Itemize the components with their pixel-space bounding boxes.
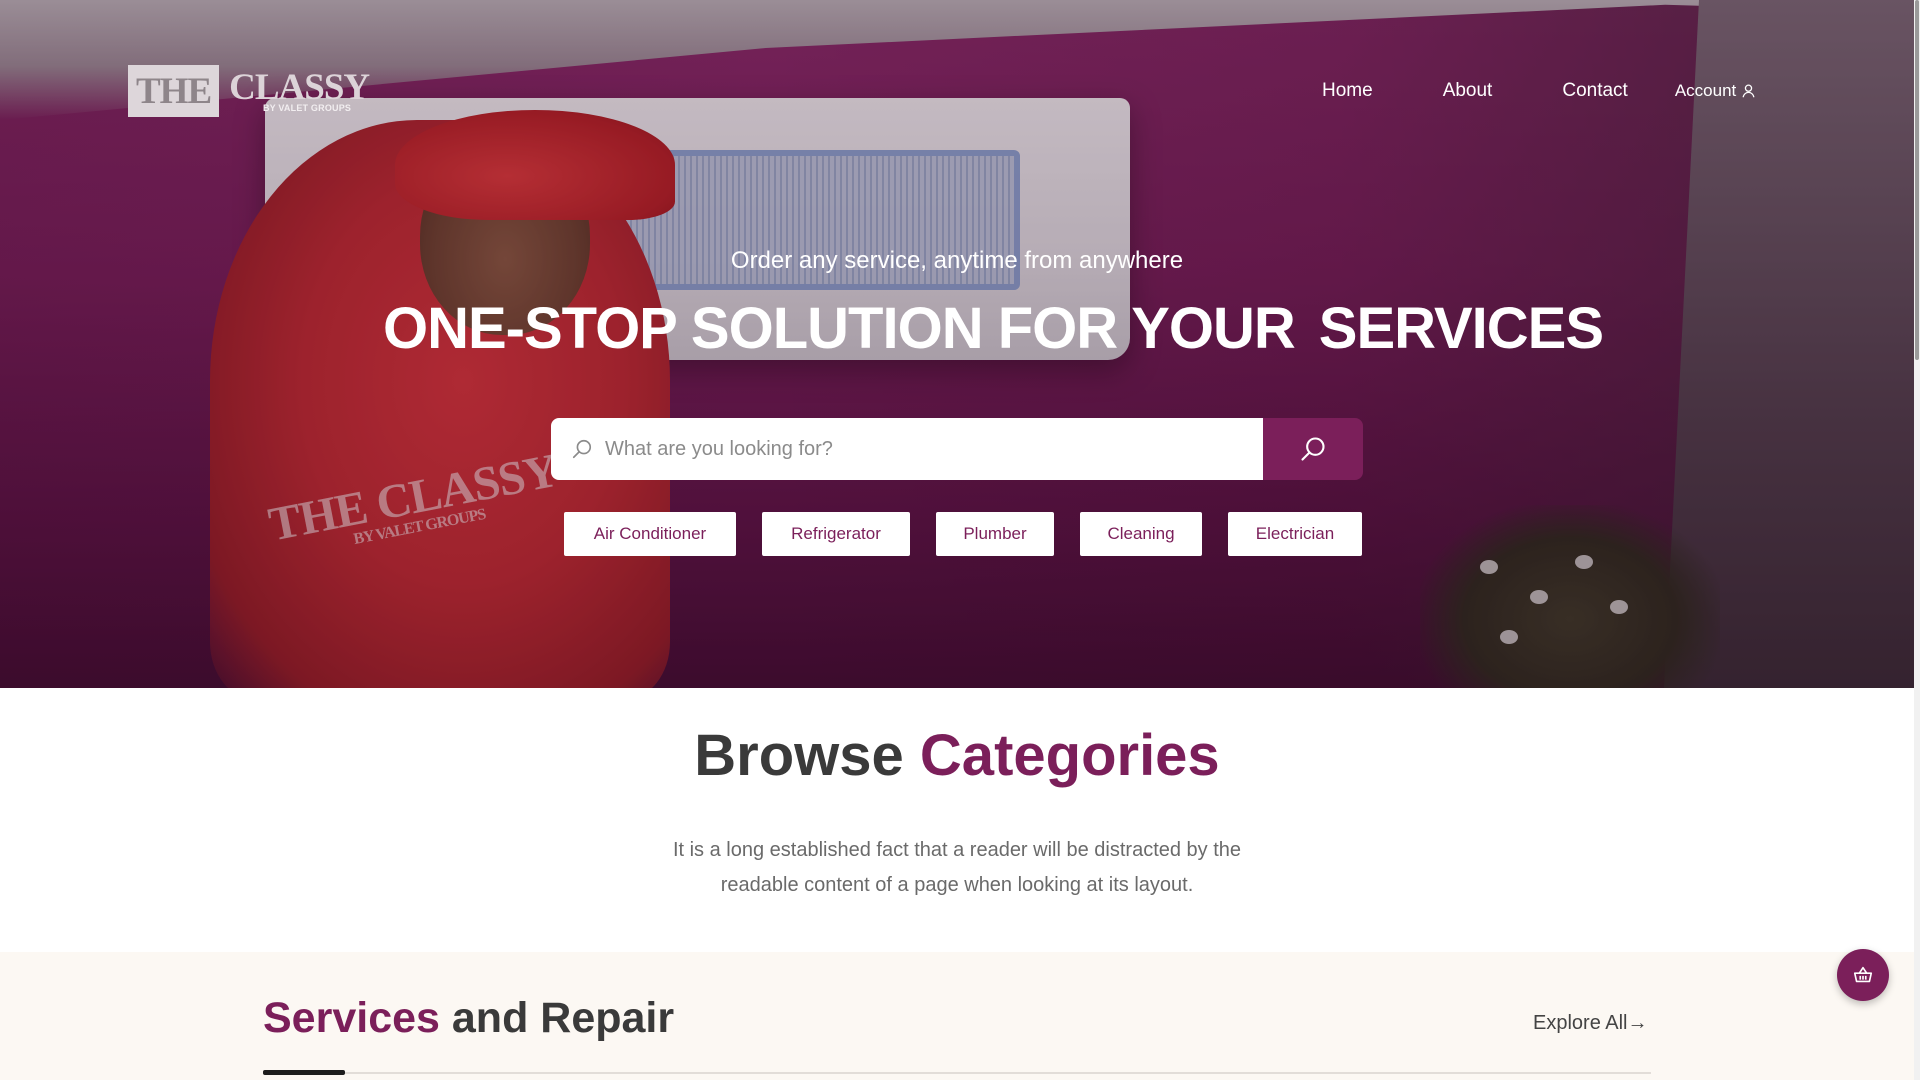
browse-title-accent: Categories bbox=[919, 723, 1220, 788]
main-nav: Home About Contact Account bbox=[1322, 80, 1755, 102]
services-title: Services and Repair bbox=[263, 994, 674, 1043]
chip-refrigerator[interactable]: Refrigerator bbox=[762, 512, 910, 556]
cart-fab-button[interactable] bbox=[1837, 949, 1889, 1001]
logo-tagline: BY VALET GROUPS bbox=[262, 103, 352, 113]
nav-account[interactable]: Account bbox=[1675, 81, 1755, 101]
search-icon bbox=[572, 439, 592, 459]
logo-box: THE bbox=[128, 65, 220, 117]
headline-highlight-text: SERVICES bbox=[1318, 296, 1604, 361]
hero-search bbox=[551, 418, 1363, 480]
explore-all-link[interactable]: Explore All→ bbox=[1533, 1012, 1648, 1035]
scrollbar-thumb[interactable] bbox=[1915, 0, 1919, 360]
basket-icon bbox=[1853, 966, 1873, 983]
nav-contact[interactable]: Contact bbox=[1562, 80, 1627, 102]
hero-tagline: Order any service, anytime from anywhere bbox=[730, 247, 1184, 274]
user-icon bbox=[1742, 84, 1755, 98]
services-section: Services and Repair Explore All→ bbox=[0, 952, 1914, 1080]
search-button[interactable] bbox=[1263, 418, 1363, 480]
page-scrollbar[interactable] bbox=[1914, 0, 1920, 1080]
section-divider bbox=[263, 1072, 1651, 1074]
chip-air-conditioner[interactable]: Air Conditioner bbox=[564, 512, 736, 556]
hero-banner: THE CLASSY BY VALET GROUPS THE CLASSY BY… bbox=[0, 0, 1914, 688]
browse-title-plain: Browse bbox=[694, 723, 904, 788]
search-input[interactable] bbox=[605, 437, 1245, 461]
headline-highlight: SERVICES bbox=[1313, 295, 1609, 362]
nav-home[interactable]: Home bbox=[1322, 80, 1373, 102]
site-logo[interactable]: THE CLASSY BY VALET GROUPS bbox=[128, 65, 370, 117]
search-icon bbox=[1301, 437, 1325, 461]
section-divider-active bbox=[263, 1070, 345, 1075]
search-field bbox=[551, 418, 1263, 480]
nav-about[interactable]: About bbox=[1443, 80, 1493, 102]
chip-plumber[interactable]: Plumber bbox=[936, 512, 1054, 556]
browse-description: It is a long established fact that a rea… bbox=[672, 839, 1242, 896]
logo-wordmark: CLASSY BY VALET GROUPS bbox=[229, 65, 370, 113]
headline-main: ONE-STOP SOLUTION FOR YOUR bbox=[383, 296, 1296, 361]
quick-category-chips: Air Conditioner Refrigerator Plumber Cle… bbox=[564, 512, 1388, 556]
services-title-plain: and Repair bbox=[451, 994, 675, 1042]
nav-account-label: Account bbox=[1674, 81, 1737, 100]
chip-electrician[interactable]: Electrician bbox=[1228, 512, 1362, 556]
services-title-accent: Services bbox=[263, 994, 440, 1042]
chip-cleaning[interactable]: Cleaning bbox=[1080, 512, 1202, 556]
browse-categories-title: Browse Categories bbox=[0, 722, 1914, 789]
hero-headline: ONE-STOP SOLUTION FOR YOUR SERVICES bbox=[383, 295, 1609, 362]
